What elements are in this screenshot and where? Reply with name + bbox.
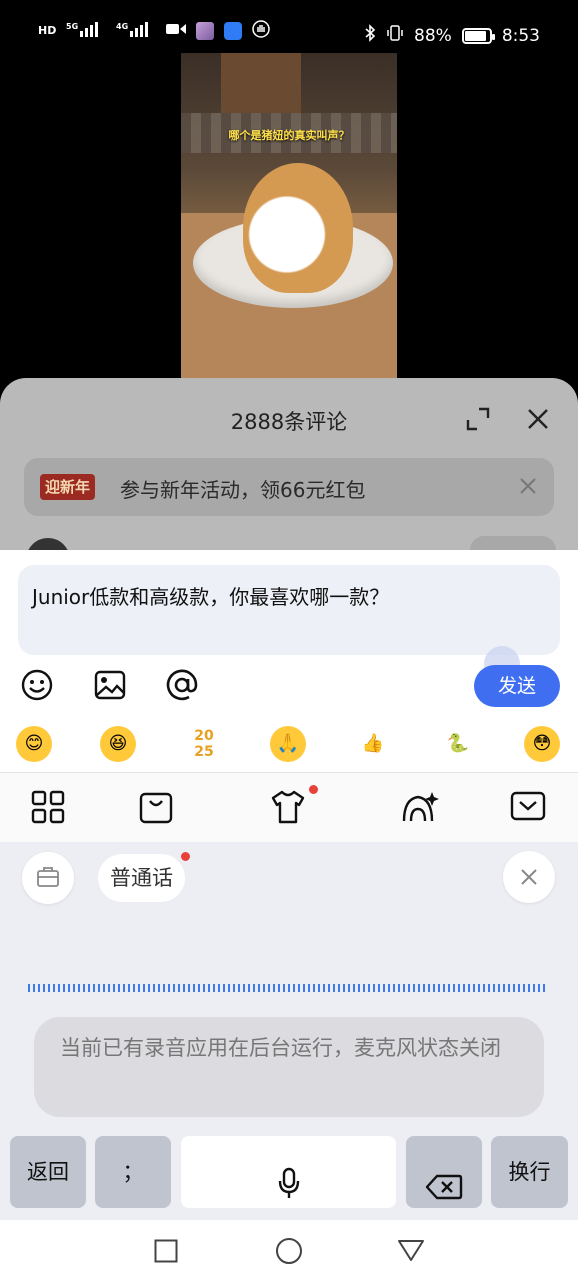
send-button[interactable]: 发送 bbox=[474, 665, 560, 707]
bluetooth-icon bbox=[364, 24, 376, 47]
thumbs-up-emoji-icon[interactable]: 👍 bbox=[355, 726, 391, 762]
shopping-bag-icon[interactable] bbox=[138, 789, 174, 825]
guinea-pig-image bbox=[243, 163, 353, 293]
voice-close-button[interactable] bbox=[503, 851, 555, 903]
comment-input-panel: Junior低款和高级款，你最喜欢哪一款？ 发送 😊 😆 20 25 🙏 👍 🐍 … bbox=[0, 550, 578, 772]
grin-emoji-icon[interactable]: 😊 bbox=[16, 726, 52, 762]
apps-grid-icon[interactable] bbox=[30, 789, 66, 825]
video-caption: 哪个是猪妞的真实叫声？ bbox=[228, 129, 350, 142]
hand-icon bbox=[252, 20, 271, 41]
comment-input-text: Junior低款和高级款，你最喜欢哪一款？ bbox=[32, 585, 390, 609]
navigation-bar bbox=[0, 1220, 578, 1280]
comment-input[interactable]: Junior低款和高级款，你最喜欢哪一款？ bbox=[18, 565, 560, 655]
close-icon[interactable] bbox=[525, 406, 551, 432]
emoji-icon[interactable] bbox=[20, 668, 54, 702]
laugh-emoji-icon[interactable]: 😆 bbox=[100, 726, 136, 762]
hide-keyboard-icon[interactable] bbox=[510, 789, 546, 825]
screen: HD 5G 4G 88% 8:53 哪个是猪妞的真实叫声？ 2888条评论 迎新… bbox=[0, 0, 578, 1280]
toolbox-button[interactable] bbox=[22, 852, 74, 904]
svg-text:5G: 5G bbox=[66, 22, 78, 31]
video-background-shelf bbox=[221, 53, 301, 113]
vibrate-icon bbox=[386, 24, 404, 47]
mention-icon[interactable] bbox=[165, 668, 199, 702]
home-icon[interactable] bbox=[275, 1237, 303, 1269]
app-notification-icon-2 bbox=[224, 21, 243, 40]
2025-emoji-icon[interactable]: 20 25 bbox=[186, 726, 222, 762]
banner-close-icon[interactable] bbox=[518, 476, 538, 496]
snake-emoji-icon[interactable]: 🐍 bbox=[440, 726, 476, 762]
keyboard-toolbar bbox=[0, 772, 578, 842]
microphone-icon bbox=[277, 1156, 301, 1228]
microphone-notice-text: 当前已有录音应用在后台运行，麦克风状态关闭 bbox=[60, 1036, 501, 1060]
ai-assistant-icon[interactable] bbox=[400, 789, 439, 825]
back-key[interactable]: 返回 bbox=[10, 1136, 86, 1208]
voice-mic-key[interactable] bbox=[181, 1136, 396, 1208]
new-year-banner[interactable]: 迎新年 参与新年活动，领66元红包 bbox=[24, 458, 554, 516]
video-camera-icon bbox=[166, 22, 187, 39]
svg-text:4G: 4G bbox=[116, 22, 128, 31]
hd-indicator: HD bbox=[38, 24, 57, 37]
new-year-badge: 迎新年 bbox=[40, 474, 96, 500]
back-icon[interactable] bbox=[397, 1238, 425, 1266]
status-left: HD 5G 4G bbox=[38, 20, 271, 41]
clock: 8:53 bbox=[501, 25, 540, 46]
newline-key[interactable]: 换行 bbox=[491, 1136, 568, 1208]
language-selector[interactable]: 普通话 bbox=[98, 854, 185, 902]
image-icon[interactable] bbox=[93, 668, 127, 702]
skin-tshirt-icon[interactable] bbox=[270, 789, 306, 825]
semicolon-key[interactable]: ； bbox=[95, 1136, 171, 1208]
expand-icon[interactable] bbox=[465, 406, 491, 432]
voice-waveform bbox=[28, 984, 548, 992]
signal-5g-icon: 5G bbox=[66, 21, 106, 40]
recent-apps-icon[interactable] bbox=[154, 1239, 178, 1267]
app-notification-icon bbox=[196, 21, 215, 40]
battery-percent: 88% bbox=[414, 25, 452, 46]
language-notification-dot bbox=[181, 852, 190, 861]
skin-notification-dot bbox=[309, 785, 318, 794]
shy-emoji-icon[interactable]: 😳 bbox=[524, 726, 560, 762]
delete-key[interactable] bbox=[406, 1136, 482, 1208]
video-player[interactable]: 哪个是猪妞的真实叫声？ bbox=[181, 53, 397, 378]
comment-sheet: 2888条评论 迎新年 参与新年活动，领66元红包 bbox=[0, 378, 578, 560]
comment-count-title: 2888条评论 bbox=[230, 410, 348, 434]
status-right: 88% 8:53 bbox=[364, 24, 540, 47]
voice-input-panel: 普通话 当前已有录音应用在后台运行，麦克风状态关闭 返回 ； 换行 bbox=[0, 842, 578, 1220]
battery-icon bbox=[461, 27, 495, 44]
signal-4g-icon: 4G bbox=[116, 21, 156, 40]
microphone-notice: 当前已有录音应用在后台运行，麦克风状态关闭 bbox=[34, 1017, 544, 1117]
banner-text: 参与新年活动，领66元红包 bbox=[120, 478, 366, 502]
pray-emoji-icon[interactable]: 🙏 bbox=[270, 726, 306, 762]
